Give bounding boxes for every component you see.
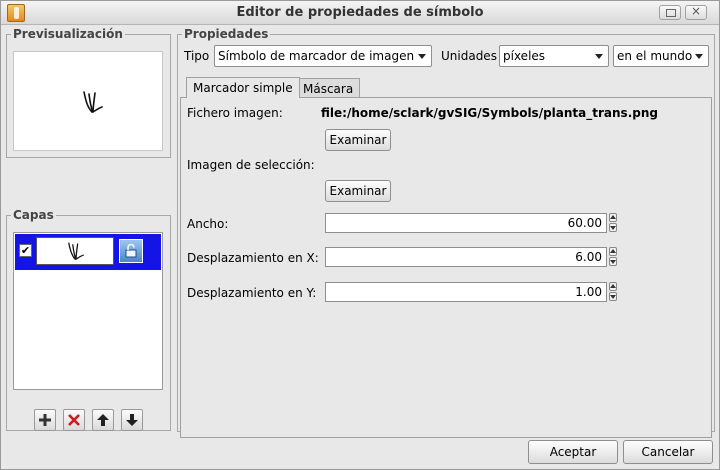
type-select[interactable]: Símbolo de marcador de imagen xyxy=(214,45,432,67)
preview-group: Previsualización xyxy=(6,27,171,158)
layers-legend: Capas xyxy=(13,208,54,222)
tab-simple-marker[interactable]: Marcador simple xyxy=(186,77,300,98)
offset-y-stepper[interactable] xyxy=(609,282,617,302)
title-bar[interactable]: Editor de propiedades de símbolo × xyxy=(1,1,719,25)
accept-button[interactable]: Aceptar xyxy=(528,440,618,464)
stepper-up-icon[interactable] xyxy=(609,247,617,256)
chevron-down-icon xyxy=(695,54,703,59)
plant-symbol-icon xyxy=(83,91,103,113)
chevron-down-icon xyxy=(418,54,426,59)
properties-group: Propiedades Tipo Símbolo de marcador de … xyxy=(177,27,715,438)
red-x-icon xyxy=(68,414,80,426)
stepper-down-icon[interactable] xyxy=(609,292,617,301)
browse-image-button[interactable]: Examinar xyxy=(325,129,391,151)
window-title: Editor de propiedades de símbolo xyxy=(236,5,484,20)
close-window-button[interactable]: × xyxy=(685,4,707,20)
offset-y-input[interactable]: 1.00 xyxy=(325,282,607,302)
units-select-value: píxeles xyxy=(503,49,546,63)
move-layer-down-button[interactable] xyxy=(121,409,143,431)
reference-select[interactable]: en el mundo xyxy=(613,45,709,67)
preview-canvas xyxy=(13,51,163,151)
remove-layer-button[interactable] xyxy=(63,409,85,431)
symbol-properties-dialog: Editor de propiedades de símbolo × Previ… xyxy=(0,0,720,470)
layers-group: Capas ✔ xyxy=(6,208,171,431)
stepper-up-icon[interactable] xyxy=(609,213,617,222)
type-select-value: Símbolo de marcador de imagen xyxy=(218,49,415,63)
layer-row[interactable]: ✔ xyxy=(15,234,161,270)
close-icon: × xyxy=(690,4,702,18)
move-layer-up-button[interactable] xyxy=(92,409,114,431)
reference-select-value: en el mundo xyxy=(617,49,693,63)
offset-x-input[interactable]: 6.00 xyxy=(325,247,607,267)
selection-image-label: Imagen de selección: xyxy=(187,158,315,172)
width-label: Ancho: xyxy=(187,217,229,231)
browse-selection-image-button[interactable]: Examinar xyxy=(325,180,391,202)
tab-mask[interactable]: Máscara xyxy=(296,78,361,98)
stepper-up-icon[interactable] xyxy=(609,282,617,291)
arrow-down-icon xyxy=(126,414,138,426)
cancel-button[interactable]: Cancelar xyxy=(623,440,713,464)
layer-thumbnail xyxy=(36,237,114,265)
maximize-window-button[interactable] xyxy=(659,5,681,20)
simple-marker-panel: Fichero imagen: file:/home/sclark/gvSIG/… xyxy=(180,97,712,438)
stepper-down-icon[interactable] xyxy=(609,223,617,232)
add-layer-button[interactable] xyxy=(34,409,56,431)
chevron-down-icon xyxy=(595,54,603,59)
offset-y-label: Desplazamiento en Y: xyxy=(187,286,317,300)
plant-symbol-icon xyxy=(68,242,84,260)
layers-list[interactable]: ✔ xyxy=(13,232,163,390)
image-file-label: Fichero imagen: xyxy=(187,106,283,120)
width-input[interactable]: 60.00 xyxy=(325,213,607,233)
type-label: Tipo xyxy=(184,49,210,63)
width-stepper[interactable] xyxy=(609,213,617,233)
stepper-down-icon[interactable] xyxy=(609,257,617,266)
properties-legend: Propiedades xyxy=(184,27,269,41)
units-select[interactable]: píxeles xyxy=(499,45,609,67)
preview-legend: Previsualización xyxy=(13,27,123,41)
offset-x-stepper[interactable] xyxy=(609,247,617,267)
arrow-up-icon xyxy=(97,414,109,426)
units-label: Unidades xyxy=(441,49,497,63)
offset-x-label: Desplazamiento en X: xyxy=(187,251,319,265)
layer-lock-icon[interactable] xyxy=(119,239,143,263)
plus-icon xyxy=(39,414,51,426)
image-file-path: file:/home/sclark/gvSIG/Symbols/planta_t… xyxy=(321,106,658,120)
layer-visible-checkbox[interactable]: ✔ xyxy=(19,244,32,257)
